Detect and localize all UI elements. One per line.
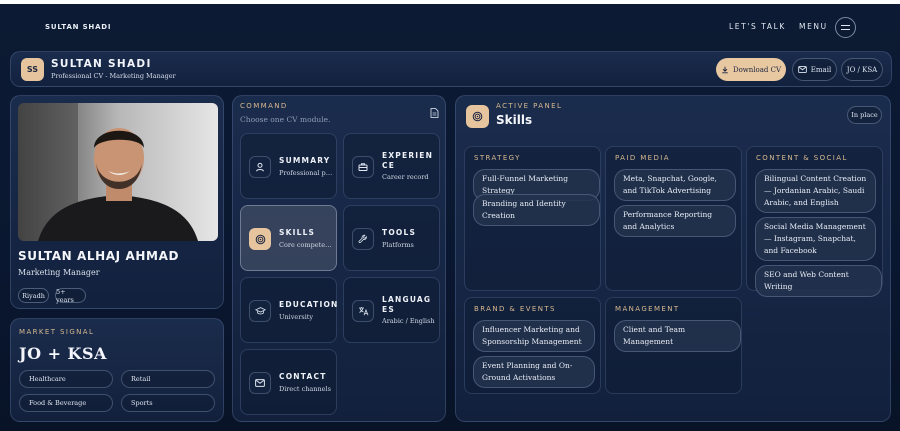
profile-role: Marketing Manager (18, 268, 100, 277)
module-tile-education[interactable]: EDUCATION University (240, 277, 337, 343)
target-icon (466, 105, 489, 128)
skill-category-strategy: STRATEGY Full-Funnel Marketing Strategy … (464, 146, 601, 291)
skill-pill: Event Planning and On-Ground Activations (473, 356, 595, 388)
target-icon (249, 228, 271, 250)
initials-badge: SS (21, 58, 44, 81)
briefcase-icon (352, 156, 374, 178)
wrench-icon (352, 228, 374, 250)
category-label: BRAND & EVENTS (474, 305, 556, 313)
command-subtitle: Choose one CV module. (240, 115, 331, 124)
category-label: MANAGEMENT (615, 305, 680, 313)
category-label: PAID MEDIA (615, 154, 670, 162)
module-tile-contact[interactable]: CONTACT Direct channels (240, 349, 337, 415)
tile-title: SKILLS (279, 228, 316, 237)
in-place-button[interactable]: In place (847, 106, 882, 124)
top-edge (0, 0, 900, 4)
header-subtitle: Professional CV - Marketing Manager (51, 72, 176, 80)
portrait-illustration (18, 103, 218, 241)
command-panel: COMMAND Choose one CV module. SUMMARY Pr… (232, 95, 446, 422)
graduation-cap-icon (249, 300, 271, 322)
active-panel-title: Skills (496, 113, 533, 127)
skill-pill: Meta, Snapchat, Google, and TikTok Adver… (614, 169, 736, 201)
skill-pill: Bilingual Content Creation — Jordanian A… (755, 169, 876, 213)
hamburger-icon (841, 29, 850, 30)
profile-photo (18, 103, 218, 241)
module-tile-languages[interactable]: LANGUAGES Arabic / English (343, 277, 440, 343)
document-icon[interactable] (430, 108, 439, 118)
lets-talk-link[interactable]: LET'S TALK (729, 22, 786, 31)
tile-desc: Platforms (382, 241, 414, 249)
active-panel: ACTIVE PANEL Skills In place STRATEGY Fu… (455, 95, 891, 422)
market-chip: Sports (121, 394, 215, 412)
header-name: SULTAN SHADI (51, 58, 152, 70)
tile-desc: Professional pr... (279, 169, 333, 177)
tile-desc: Core competen... (279, 241, 333, 249)
command-label: COMMAND (240, 102, 288, 110)
tile-desc: Direct channels (279, 385, 331, 393)
market-chip: Food & Beverage (19, 394, 113, 412)
email-label: Email (810, 65, 832, 74)
skill-category-paid-media: PAID MEDIA Meta, Snapchat, Google, and T… (605, 146, 742, 291)
mail-icon (798, 66, 807, 73)
email-button[interactable]: Email (792, 58, 837, 81)
menu-label[interactable]: MENU (799, 22, 828, 31)
profile-card: SULTAN ALHAJ AHMAD Marketing Manager Riy… (10, 95, 224, 309)
module-tile-skills[interactable]: SKILLS Core competen... (240, 205, 337, 271)
download-cv-label: Download CV (732, 65, 782, 74)
user-icon (249, 156, 271, 178)
tile-desc: University (279, 313, 314, 321)
menu-button[interactable] (835, 17, 856, 38)
skill-pill: Performance Reporting and Analytics (614, 205, 736, 237)
translate-icon (352, 300, 374, 322)
hamburger-icon (841, 25, 850, 26)
market-headline: JO + KSA (19, 344, 107, 363)
profile-name: SULTAN ALHAJ AHMAD (18, 249, 180, 263)
skill-category-content-social: CONTENT & SOCIAL Bilingual Content Creat… (746, 146, 883, 297)
category-label: STRATEGY (474, 154, 521, 162)
skill-pill: SEO and Web Content Writing (755, 265, 882, 297)
experience-chip: 5+ years (55, 288, 86, 304)
module-tile-summary[interactable]: SUMMARY Professional pr... (240, 133, 337, 199)
skill-pill: Social Media Management — Instagram, Sna… (755, 217, 876, 261)
tile-title: LANGUAGES (382, 295, 432, 314)
skill-category-brand-events: BRAND & EVENTS Influencer Marketing and … (464, 297, 601, 394)
tile-title: EDUCATION (279, 300, 339, 309)
market-chip: Healthcare (19, 370, 113, 388)
skill-pill: Branding and Identity Creation (473, 194, 600, 226)
download-cv-button[interactable]: Download CV (716, 58, 786, 81)
cv-header: SS SULTAN SHADI Professional CV - Market… (10, 51, 892, 87)
category-label: CONTENT & SOCIAL (756, 154, 848, 162)
skill-pill: Influencer Marketing and Sponsorship Man… (473, 320, 595, 352)
market-signal-label: MARKET SIGNAL (19, 328, 95, 336)
tile-desc: Career record (382, 173, 429, 181)
skill-category-management: MANAGEMENT Client and Team Management (605, 297, 742, 394)
tile-title: SUMMARY (279, 156, 331, 165)
module-tile-tools[interactable]: TOOLS Platforms (343, 205, 440, 271)
market-chip: Retail (121, 370, 215, 388)
tile-desc: Arabic / English (382, 317, 435, 325)
tile-title: CONTACT (279, 372, 327, 381)
active-panel-label: ACTIVE PANEL (496, 102, 563, 110)
download-icon (722, 66, 728, 73)
market-signal-card: MARKET SIGNAL JO + KSA Healthcare Retail… (10, 318, 224, 422)
tile-title: EXPERIENCE (382, 151, 434, 170)
location-chip: Riyadh (18, 288, 49, 303)
skill-pill: Client and Team Management (614, 320, 741, 352)
module-tile-experience[interactable]: EXPERIENCE Career record (343, 133, 440, 199)
tile-title: TOOLS (382, 228, 417, 237)
region-toggle-button[interactable]: JO / KSA (841, 58, 883, 81)
brand-logo[interactable]: SULTAN SHADI (45, 23, 111, 31)
mail-icon (249, 372, 271, 394)
